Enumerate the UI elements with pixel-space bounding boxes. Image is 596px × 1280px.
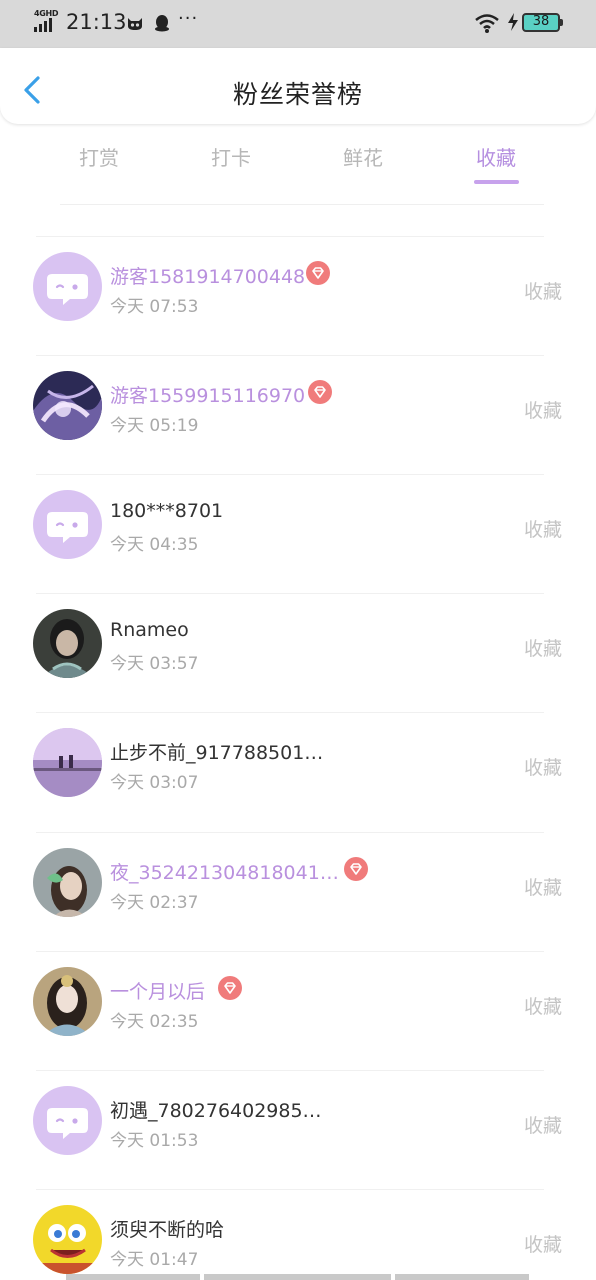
user-name: 180***8701 bbox=[110, 500, 224, 522]
default-chat-avatar-icon bbox=[33, 490, 102, 559]
default-chat-avatar-icon bbox=[33, 1086, 102, 1155]
tab-flowers[interactable]: 鲜花 bbox=[318, 142, 408, 171]
user-name: 初遇_780276402985… bbox=[110, 1100, 322, 1122]
timestamp: 今天 01:47 bbox=[110, 1250, 199, 1270]
qq-app-icon bbox=[153, 14, 171, 32]
photo-avatar-icon bbox=[33, 848, 102, 917]
action-label: 收藏 bbox=[524, 877, 563, 899]
row-divider bbox=[36, 712, 544, 713]
battery-icon: 38 bbox=[522, 13, 563, 32]
action-label: 收藏 bbox=[524, 757, 563, 779]
default-chat-avatar-icon bbox=[33, 252, 102, 321]
vip-diamond-icon bbox=[306, 261, 330, 285]
row-divider bbox=[36, 474, 544, 475]
avatar[interactable] bbox=[33, 728, 102, 797]
fan-list-item[interactable]: 须臾不断的哈 今天 01:47 收藏 bbox=[0, 1189, 596, 1274]
fan-list-item[interactable]: 止步不前_917788501… 今天 03:07 收藏 bbox=[0, 712, 596, 831]
row-divider bbox=[36, 951, 544, 952]
timestamp: 今天 01:53 bbox=[110, 1131, 199, 1151]
timestamp: 今天 02:35 bbox=[110, 1012, 199, 1032]
row-divider bbox=[36, 236, 544, 237]
row-divider bbox=[36, 355, 544, 356]
avatar[interactable] bbox=[33, 1205, 102, 1274]
app-header: 粉丝荣誉榜 bbox=[0, 48, 596, 124]
fan-list-item[interactable]: 180***8701 今天 04:35 收藏 bbox=[0, 474, 596, 593]
user-name: 止步不前_917788501… bbox=[110, 742, 324, 764]
action-label: 收藏 bbox=[524, 281, 563, 303]
timestamp: 今天 07:53 bbox=[110, 297, 199, 317]
timestamp: 今天 04:35 bbox=[110, 535, 199, 555]
divider bbox=[60, 204, 544, 205]
fan-list-item[interactable]: 游客1559915116970 今天 05:19 收藏 bbox=[0, 355, 596, 474]
row-divider bbox=[36, 832, 544, 833]
user-name: 游客1581914700448 bbox=[110, 266, 306, 288]
bottom-bar-segment bbox=[395, 1274, 529, 1280]
fan-list-item[interactable]: 初遇_780276402985… 今天 01:53 收藏 bbox=[0, 1070, 596, 1189]
avatar[interactable] bbox=[33, 848, 102, 917]
user-name: 须臾不断的哈 bbox=[110, 1219, 225, 1241]
fan-list-item[interactable]: 夜_352421304818041… 今天 02:37 收藏 bbox=[0, 832, 596, 951]
bottom-bar-segment bbox=[66, 1274, 200, 1280]
vip-diamond-icon bbox=[218, 976, 242, 1000]
row-divider bbox=[36, 593, 544, 594]
fan-list-item[interactable]: 一个月以后 今天 02:35 收藏 bbox=[0, 951, 596, 1070]
bottom-bar-segment bbox=[204, 1274, 391, 1280]
page-title: 粉丝荣誉榜 bbox=[232, 80, 363, 109]
tab-favorites[interactable]: 收藏 bbox=[451, 142, 541, 171]
action-label: 收藏 bbox=[524, 400, 563, 422]
photo-avatar-icon bbox=[33, 609, 102, 678]
action-label: 收藏 bbox=[524, 638, 563, 660]
charging-icon bbox=[506, 11, 520, 33]
tab-reward[interactable]: 打赏 bbox=[54, 142, 144, 171]
status-bar: 4GHD 21:13 ··· 38 bbox=[0, 0, 596, 48]
user-name: Rnameo bbox=[110, 619, 189, 641]
photo-avatar-icon bbox=[33, 1205, 102, 1274]
timestamp: 今天 02:37 bbox=[110, 893, 199, 913]
fan-list-item[interactable]: Rnameo 今天 03:57 收藏 bbox=[0, 593, 596, 712]
battery-level: 38 bbox=[532, 14, 550, 29]
avatar[interactable] bbox=[33, 371, 102, 440]
cellular-signal-icon: 4GHD bbox=[34, 9, 59, 34]
wifi-icon bbox=[474, 12, 500, 34]
row-divider bbox=[36, 1189, 544, 1190]
cat-app-icon bbox=[126, 14, 144, 32]
avatar[interactable] bbox=[33, 490, 102, 559]
timestamp: 今天 03:57 bbox=[110, 654, 199, 674]
more-notifications-icon: ··· bbox=[178, 8, 199, 29]
action-label: 收藏 bbox=[524, 1234, 563, 1256]
avatar[interactable] bbox=[33, 1086, 102, 1155]
photo-avatar-icon bbox=[33, 967, 102, 1036]
action-label: 收藏 bbox=[524, 519, 563, 541]
avatar[interactable] bbox=[33, 252, 102, 321]
status-time: 21:13 bbox=[66, 10, 127, 34]
fan-list-item[interactable]: 游客1581914700448 今天 07:53 收藏 bbox=[0, 236, 596, 355]
timestamp: 今天 05:19 bbox=[110, 416, 199, 436]
photo-avatar-icon bbox=[33, 728, 102, 797]
vip-diamond-icon bbox=[344, 857, 368, 881]
avatar[interactable] bbox=[33, 609, 102, 678]
active-tab-indicator bbox=[474, 180, 519, 184]
timestamp: 今天 03:07 bbox=[110, 773, 199, 793]
network-type: 4GHD bbox=[34, 9, 59, 18]
vip-diamond-icon bbox=[308, 380, 332, 404]
action-label: 收藏 bbox=[524, 1115, 563, 1137]
user-name: 夜_352421304818041… bbox=[110, 862, 339, 884]
user-name: 一个月以后 bbox=[110, 981, 206, 1003]
row-divider bbox=[36, 1070, 544, 1071]
avatar[interactable] bbox=[33, 967, 102, 1036]
user-name: 游客1559915116970 bbox=[110, 385, 306, 407]
photo-avatar-icon bbox=[33, 371, 102, 440]
action-label: 收藏 bbox=[524, 996, 563, 1018]
tab-checkin[interactable]: 打卡 bbox=[186, 142, 276, 171]
